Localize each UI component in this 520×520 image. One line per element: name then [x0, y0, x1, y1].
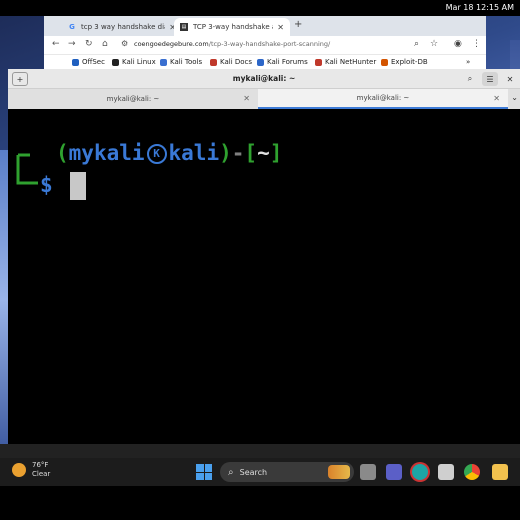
terminal-tab-label: mykali@kali: ~ — [106, 95, 160, 103]
google-icon: G — [69, 23, 75, 31]
terminal-title: mykali@kali: ~ — [232, 74, 296, 83]
status-datetime: Mar 18 12:15 AM — [445, 3, 514, 12]
terminal-window: + mykali@kali: ~ ⌕ ☰ ✕ mykali@kali: ~ ✕ … — [8, 69, 520, 466]
store-icon[interactable] — [438, 464, 454, 480]
prompt-dir: ~ — [257, 141, 270, 165]
taskbar-search[interactable]: ⌕ Search — [220, 462, 354, 482]
site-info-icon[interactable]: ⚙ — [121, 39, 128, 48]
taskbar: 76°F Clear ⌕ Search — [0, 458, 520, 486]
teams-icon[interactable] — [386, 464, 402, 480]
nethunter-icon — [315, 58, 322, 66]
forward-icon[interactable]: → — [68, 39, 76, 49]
status-bar: Mar 18 12:15 AM — [0, 0, 520, 16]
bookmark-label: Exploit-DB — [391, 58, 428, 66]
profile-icon[interactable]: ◉ — [454, 39, 462, 49]
zoom-icon[interactable]: ⌕ — [414, 39, 419, 49]
file-explorer-icon[interactable] — [492, 464, 508, 480]
weather-widget[interactable]: 76°F Clear — [12, 461, 50, 479]
browser-tab-label: tcp 3 way handshake dia — [81, 23, 166, 31]
url-path: /tcp-3-way-handshake-port-scanning/ — [208, 40, 331, 48]
bookmarks-bar: OffSec Kali Linux Kali Tools Kali Docs K… — [44, 54, 486, 70]
search-icon: ⌕ — [228, 466, 234, 478]
page-icon: ▤ — [180, 23, 188, 31]
bookmark-kali-tools[interactable]: Kali Tools — [160, 58, 202, 66]
window-shadow-strip — [0, 444, 520, 458]
weather-temp: 76°F — [32, 461, 49, 469]
close-icon[interactable]: ✕ — [502, 72, 518, 86]
prompt-host: kali — [168, 141, 220, 165]
bookmark-label: Kali Forums — [267, 58, 308, 66]
exploit-db-icon — [381, 58, 388, 66]
search-icon[interactable]: ⌕ — [462, 72, 478, 86]
bookmark-label: Kali NetHunter — [325, 58, 377, 66]
windows-start-icon[interactable] — [196, 464, 212, 480]
prompt-dir-open: [ — [244, 141, 258, 165]
weather-condition: Clear — [32, 470, 51, 478]
search-highlight-icon — [328, 465, 350, 479]
kali-docs-icon — [210, 58, 217, 66]
browser-window: G tcp 3 way handshake dia ✕ ▤ TCP 3-way … — [44, 16, 486, 70]
bookmark-label: OffSec — [82, 58, 105, 66]
kali-icon — [112, 58, 119, 66]
prompt-dir-close: ] — [269, 141, 283, 165]
url-field[interactable]: coengoedegebure.com/tcp-3-way-handshake-… — [134, 40, 330, 48]
star-icon[interactable]: ☆ — [430, 39, 438, 49]
screen-bottom-bezel — [0, 486, 520, 520]
bookmark-offsec[interactable]: OffSec — [72, 58, 105, 66]
browser-tab-article[interactable]: ▤ TCP 3-way handshake a ✕ — [174, 18, 290, 36]
browser-tab-search[interactable]: G tcp 3 way handshake dia ✕ — [62, 18, 182, 36]
bookmark-kali-nethunter[interactable]: Kali NetHunter — [315, 58, 376, 66]
search-label: Search — [239, 467, 268, 477]
browser-tab-bar: G tcp 3 way handshake dia ✕ ▤ TCP 3-way … — [44, 16, 486, 36]
edge-icon[interactable] — [412, 464, 428, 480]
task-view-icon[interactable] — [360, 464, 376, 480]
terminal-tab-2[interactable]: mykali@kali: ~ ✕ — [258, 89, 508, 109]
chrome-icon[interactable] — [464, 464, 480, 480]
terminal-tab-bar: mykali@kali: ~ ✕ mykali@kali: ~ ✕ ⌄ — [8, 89, 520, 109]
bookmark-exploit-db[interactable]: Exploit-DB — [381, 58, 428, 66]
home-icon[interactable]: ⌂ — [102, 39, 108, 49]
terminal-tab-label: mykali@kali: ~ — [356, 94, 410, 102]
back-icon[interactable]: ← — [52, 39, 60, 49]
offsec-icon — [72, 58, 79, 66]
new-tab-button[interactable]: + — [294, 19, 302, 30]
url-domain: coengoedegebure.com — [134, 40, 209, 48]
bookmark-label: Kali Docs — [220, 58, 253, 66]
kali-tools-icon — [160, 58, 167, 66]
prompt-symbol: $ — [40, 173, 53, 197]
kali-forums-icon — [257, 58, 264, 66]
hamburger-menu-icon[interactable]: ☰ — [482, 72, 498, 86]
terminal-titlebar: + mykali@kali: ~ ⌕ ☰ ✕ — [8, 69, 520, 89]
prompt-close-paren: ) — [219, 141, 232, 165]
text-cursor — [70, 172, 86, 200]
weather-icon — [12, 463, 26, 477]
menu-icon[interactable]: ⋮ — [472, 39, 481, 49]
bookmark-label: Kali Tools — [170, 58, 203, 66]
bookmark-kali-linux[interactable]: Kali Linux — [112, 58, 156, 66]
more-bookmarks-icon[interactable]: » — [466, 58, 470, 66]
prompt-user: mykali — [68, 141, 145, 165]
browser-tab-label: TCP 3-way handshake a — [193, 23, 274, 31]
bookmark-label: Kali Linux — [122, 58, 156, 66]
terminal-body[interactable]: (mykaliKkali)-[~] $ ➤ — [8, 109, 520, 466]
tab-dropdown-icon[interactable]: ⌄ — [511, 93, 518, 102]
address-bar-row: ← → ↻ ⌂ ⚙ coengoedegebure.com/tcp-3-way-… — [44, 36, 486, 54]
close-tab-icon[interactable]: ✕ — [243, 94, 250, 103]
prompt-dash: - — [231, 141, 245, 165]
kali-logo-icon: K — [146, 144, 167, 164]
close-tab-icon[interactable]: ✕ — [277, 23, 284, 32]
prompt-line: (mykali Kkali)-[~] — [56, 141, 282, 165]
close-tab-icon[interactable]: ✕ — [493, 94, 500, 103]
bookmark-kali-docs[interactable]: Kali Docs — [210, 58, 252, 66]
reload-icon[interactable]: ↻ — [85, 39, 93, 49]
prompt-open-paren: ( — [56, 141, 69, 165]
bookmark-kali-forums[interactable]: Kali Forums — [257, 58, 308, 66]
terminal-tab-1[interactable]: mykali@kali: ~ ✕ — [8, 89, 258, 109]
